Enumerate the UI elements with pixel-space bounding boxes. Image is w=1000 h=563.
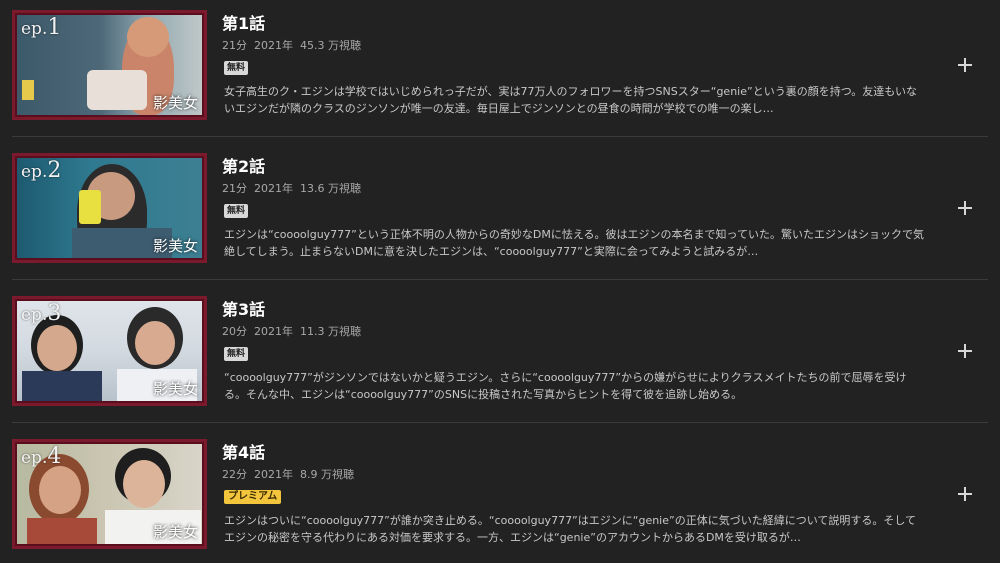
episode-duration: 20分 xyxy=(222,325,247,338)
episode-title[interactable]: 第1話 xyxy=(222,10,265,34)
plus-icon[interactable] xyxy=(955,484,975,504)
episode-duration: 21分 xyxy=(222,39,247,52)
plus-icon[interactable] xyxy=(955,341,975,361)
premium-badge: プレミアム xyxy=(224,490,282,504)
figure-shape xyxy=(87,70,147,110)
episode-duration: 21分 xyxy=(222,182,247,195)
divider xyxy=(12,279,988,280)
figure-shape xyxy=(135,321,175,365)
episode-description: “coooolguy777”がジンソンではないかと疑うエジン。さらに“coooo… xyxy=(224,371,907,401)
episode-row-2[interactable]: ep.2 影美女 第2話 21分 2021年 13.6 万視聴 無料 エジンは“co… xyxy=(0,143,1000,286)
divider xyxy=(12,136,988,137)
figure-shape xyxy=(27,518,97,544)
episode-row-4[interactable]: ep.4 影美女 第4話 22分 2021年 8.9 万視聴 プレミアム エジンはつ… xyxy=(0,429,1000,563)
episode-title[interactable]: 第2話 xyxy=(222,153,265,177)
figure-shape xyxy=(37,325,77,371)
figure-shape xyxy=(127,17,169,57)
episode-description: エジンは“coooolguy777”という正体不明の人物からの奇妙なDMに怯える… xyxy=(224,228,924,258)
episode-number-overlay: ep.4 xyxy=(21,444,62,469)
episode-views: 8.9 万視聴 xyxy=(300,468,354,481)
divider xyxy=(12,422,988,423)
episode-thumbnail[interactable]: ep.1 影美女 xyxy=(12,10,207,120)
episode-number-overlay: ep.1 xyxy=(21,15,62,40)
plus-icon[interactable] xyxy=(955,198,975,218)
figure-shape xyxy=(22,80,34,100)
episode-thumbnail[interactable]: ep.2 影美女 xyxy=(12,153,207,263)
episode-description: エジンはついに“coooolguy777”が誰か突き止める。“coooolguy… xyxy=(224,514,917,544)
episode-year: 2021年 xyxy=(254,182,293,195)
series-logo: 影美女 xyxy=(152,94,198,112)
figure-shape xyxy=(22,371,102,401)
episode-title[interactable]: 第3話 xyxy=(222,296,265,320)
episode-meta: 21分 2021年 45.3 万視聴 xyxy=(222,37,368,53)
episode-number-overlay: ep.2 xyxy=(21,158,62,183)
episode-views: 11.3 万視聴 xyxy=(300,325,361,338)
episode-meta: 20分 2021年 11.3 万視聴 xyxy=(222,323,368,339)
free-badge: 無料 xyxy=(224,204,249,218)
episode-year: 2021年 xyxy=(254,325,293,338)
episode-thumbnail[interactable]: ep.3 影美女 xyxy=(12,296,207,406)
episode-row-1[interactable]: ep.1 影美女 第1話 21分 2021年 45.3 万視聴 無料 女子高生のク・… xyxy=(0,0,1000,143)
plus-icon[interactable] xyxy=(955,55,975,75)
free-badge: 無料 xyxy=(224,347,249,361)
episode-meta: 22分 2021年 8.9 万視聴 xyxy=(222,466,361,482)
figure-shape xyxy=(79,190,101,224)
free-badge: 無料 xyxy=(224,61,249,75)
episode-duration: 22分 xyxy=(222,468,247,481)
series-logo: 影美女 xyxy=(152,237,198,255)
episode-views: 45.3 万視聴 xyxy=(300,39,361,52)
figure-shape xyxy=(123,460,165,508)
episode-title[interactable]: 第4話 xyxy=(222,439,265,463)
episode-year: 2021年 xyxy=(254,468,293,481)
episode-thumbnail[interactable]: ep.4 影美女 xyxy=(12,439,207,549)
episode-list: ep.1 影美女 第1話 21分 2021年 45.3 万視聴 無料 女子高生のク・… xyxy=(0,0,1000,563)
series-logo: 影美女 xyxy=(152,523,198,541)
episode-views: 13.6 万視聴 xyxy=(300,182,361,195)
episode-year: 2021年 xyxy=(254,39,293,52)
episode-description: 女子高生のク・エジンは学校ではいじめられっ子だが、実は77万人のフォロワーを持つ… xyxy=(224,85,918,115)
episode-number-overlay: ep.3 xyxy=(21,301,62,326)
episode-meta: 21分 2021年 13.6 万視聴 xyxy=(222,180,368,196)
episode-row-3[interactable]: ep.3 影美女 第3話 20分 2021年 11.3 万視聴 無料 “cooool… xyxy=(0,286,1000,429)
series-logo: 影美女 xyxy=(152,380,198,398)
figure-shape xyxy=(39,466,81,514)
